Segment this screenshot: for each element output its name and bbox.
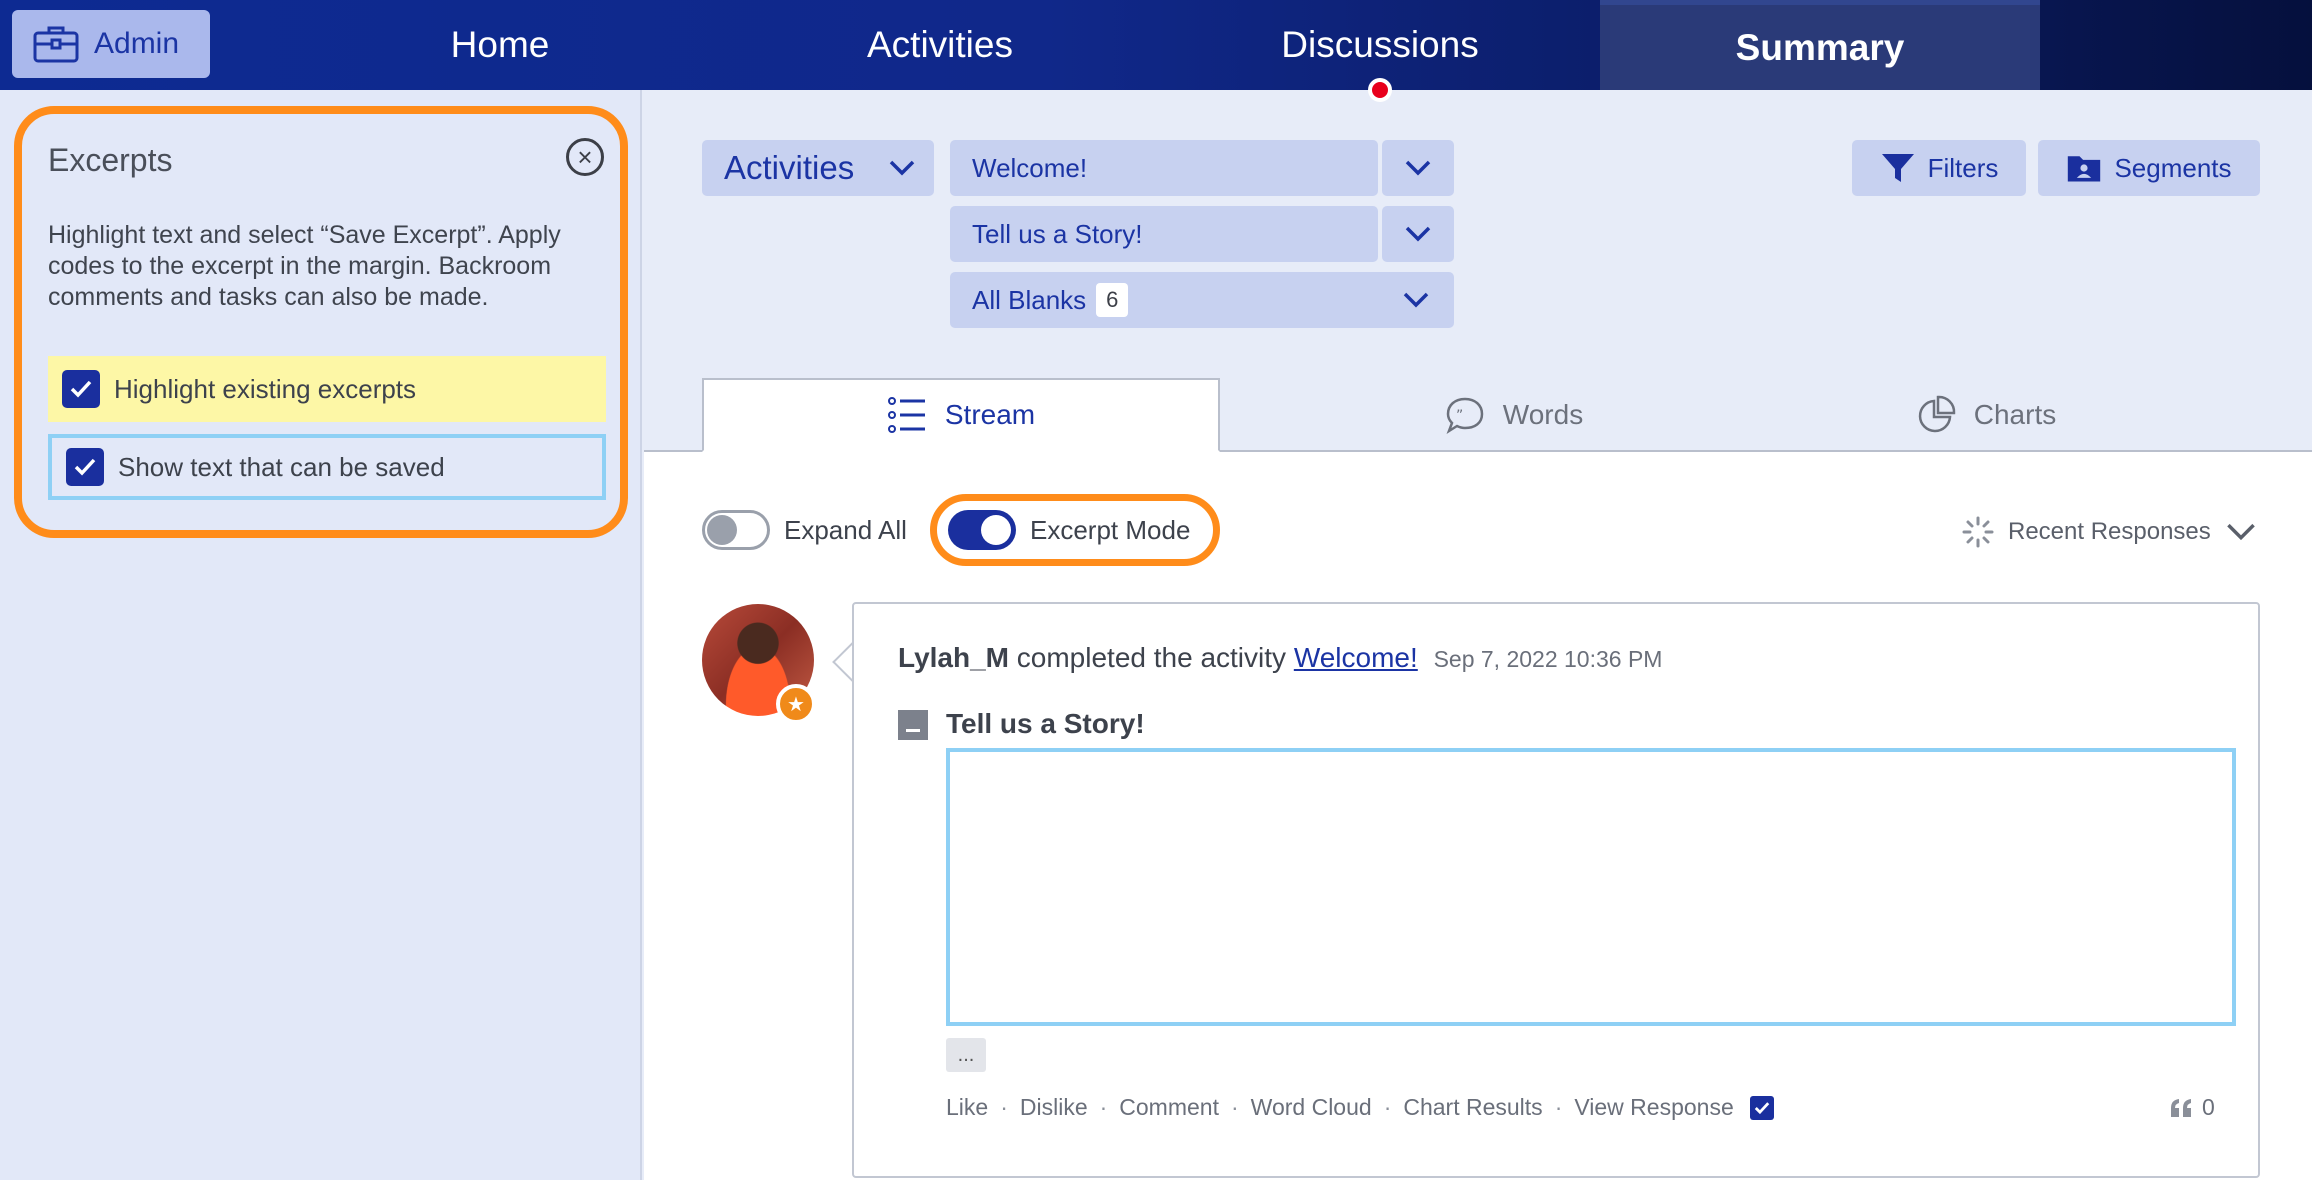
filters-button[interactable]: Filters [1852, 140, 2026, 196]
pie-chart-icon [1918, 395, 1956, 433]
response-answer-text[interactable] [946, 748, 2236, 1026]
loading-spinner-icon [1962, 516, 1994, 548]
star-badge-icon: ★ [776, 684, 816, 724]
sort-dropdown[interactable]: Recent Responses [1962, 516, 2257, 548]
option-label: Highlight existing excerpts [114, 373, 417, 404]
excerpts-panel: Excerpts × Highlight text and select “Sa… [14, 106, 628, 538]
panel-description: Highlight text and select “Save Excerpt”… [48, 221, 561, 311]
excerpt-mode-toggle[interactable] [948, 510, 1016, 550]
response-header: Lylah_M completed the activity Welcome! … [898, 642, 1662, 674]
funnel-icon [1881, 154, 1914, 182]
quote-count-value: 0 [2202, 1094, 2215, 1120]
list-icon [887, 397, 925, 433]
checkbox-checked-icon[interactable] [1749, 1095, 1774, 1120]
svg-text:”: ” [1456, 408, 1463, 424]
admin-label: Admin [94, 27, 180, 60]
nav-tab-home[interactable]: Home [280, 0, 720, 90]
admin-button[interactable]: Admin [12, 10, 210, 78]
folder-user-icon [2068, 156, 2101, 182]
option-label: Show text that can be saved [118, 451, 445, 482]
more-button[interactable]: ... [946, 1038, 986, 1072]
activity-select[interactable]: Welcome! [950, 140, 1378, 196]
checkbox-checked-icon[interactable] [66, 448, 104, 486]
blanks-select[interactable]: All Blanks 6 [950, 272, 1454, 328]
chevron-down-icon [1405, 226, 1431, 242]
chevron-down-icon [1405, 160, 1431, 176]
panel-title: Excerpts [48, 142, 173, 178]
quote-count[interactable]: 0 [2170, 1094, 2215, 1121]
dislike-link[interactable]: Dislike [1020, 1094, 1088, 1121]
blanks-select-value: All Blanks [972, 284, 1087, 315]
like-link[interactable]: Like [946, 1094, 988, 1121]
main-content: Activities Welcome! Tell us a Story! All… [644, 90, 2312, 1180]
speech-bubble-icon: ” [1446, 397, 1484, 435]
response-actions: Like · Dislike · Comment · Word Cloud · … [946, 1094, 1774, 1121]
top-navigation: Admin Home Activities Discussions Summar… [0, 0, 2312, 90]
comment-link[interactable]: Comment [1119, 1094, 1219, 1121]
activity-select-value: Welcome! [972, 152, 1088, 183]
activity-select-toggle[interactable] [1382, 140, 1454, 196]
expand-all-label: Expand All [784, 514, 907, 545]
stream-panel: Expand All Excerpt Mode Recent Responses… [644, 452, 2312, 1180]
tab-words-label: Words [1502, 399, 1584, 430]
tab-stream-label: Stream [944, 399, 1036, 430]
briefcase-icon [33, 26, 79, 63]
nav-tab-activities[interactable]: Activities [720, 0, 1160, 90]
segments-button[interactable]: Segments [2038, 140, 2260, 196]
chart-results-link[interactable]: Chart Results [1403, 1094, 1542, 1121]
tab-words[interactable]: ” Words [1264, 378, 1764, 452]
tab-stream[interactable]: Stream [702, 378, 1220, 452]
tab-charts-label: Charts [1973, 399, 2057, 430]
close-icon[interactable]: × [566, 138, 604, 176]
chevron-down-icon [1403, 292, 1429, 308]
view-response-link[interactable]: View Response [1574, 1094, 1733, 1121]
response-action-text: completed the activity [1016, 642, 1287, 673]
excerpt-mode-control[interactable]: Excerpt Mode [948, 510, 1190, 550]
collapse-icon[interactable] [898, 710, 928, 740]
word-cloud-link[interactable]: Word Cloud [1251, 1094, 1372, 1121]
activities-dropdown-label: Activities [724, 149, 855, 186]
question-title: Tell us a Story! [946, 708, 1145, 739]
response-card: Lylah_M completed the activity Welcome! … [852, 602, 2260, 1178]
expand-all-control[interactable]: Expand All [702, 510, 907, 550]
tab-charts[interactable]: Charts [1766, 378, 2206, 452]
blanks-count-badge: 6 [1096, 283, 1129, 317]
show-saveable-text-option[interactable]: Show text that can be saved [48, 434, 606, 500]
excerpt-mode-label: Excerpt Mode [1030, 514, 1191, 545]
response-username[interactable]: Lylah_M [898, 642, 1009, 673]
sort-label: Recent Responses [2008, 518, 2211, 545]
chevron-down-icon [889, 160, 915, 176]
chevron-down-icon [2226, 523, 2255, 541]
quote-icon [2171, 1098, 2191, 1117]
filters-label: Filters [1927, 152, 1999, 183]
checkbox-checked-icon[interactable] [62, 370, 100, 408]
question-select-value: Tell us a Story! [972, 218, 1143, 249]
activity-link[interactable]: Welcome! [1294, 642, 1418, 673]
question-select[interactable]: Tell us a Story! [950, 206, 1378, 262]
segments-label: Segments [2114, 152, 2232, 183]
highlight-existing-excerpts-option[interactable]: Highlight existing excerpts [48, 356, 606, 422]
nav-tab-summary[interactable]: Summary [1600, 0, 2040, 90]
activities-dropdown[interactable]: Activities [702, 140, 934, 196]
response-timestamp: Sep 7, 2022 10:36 PM [1433, 646, 1663, 672]
nav-tab-discussions[interactable]: Discussions [1160, 0, 1600, 90]
question-select-toggle[interactable] [1382, 206, 1454, 262]
expand-all-toggle[interactable] [702, 510, 770, 550]
